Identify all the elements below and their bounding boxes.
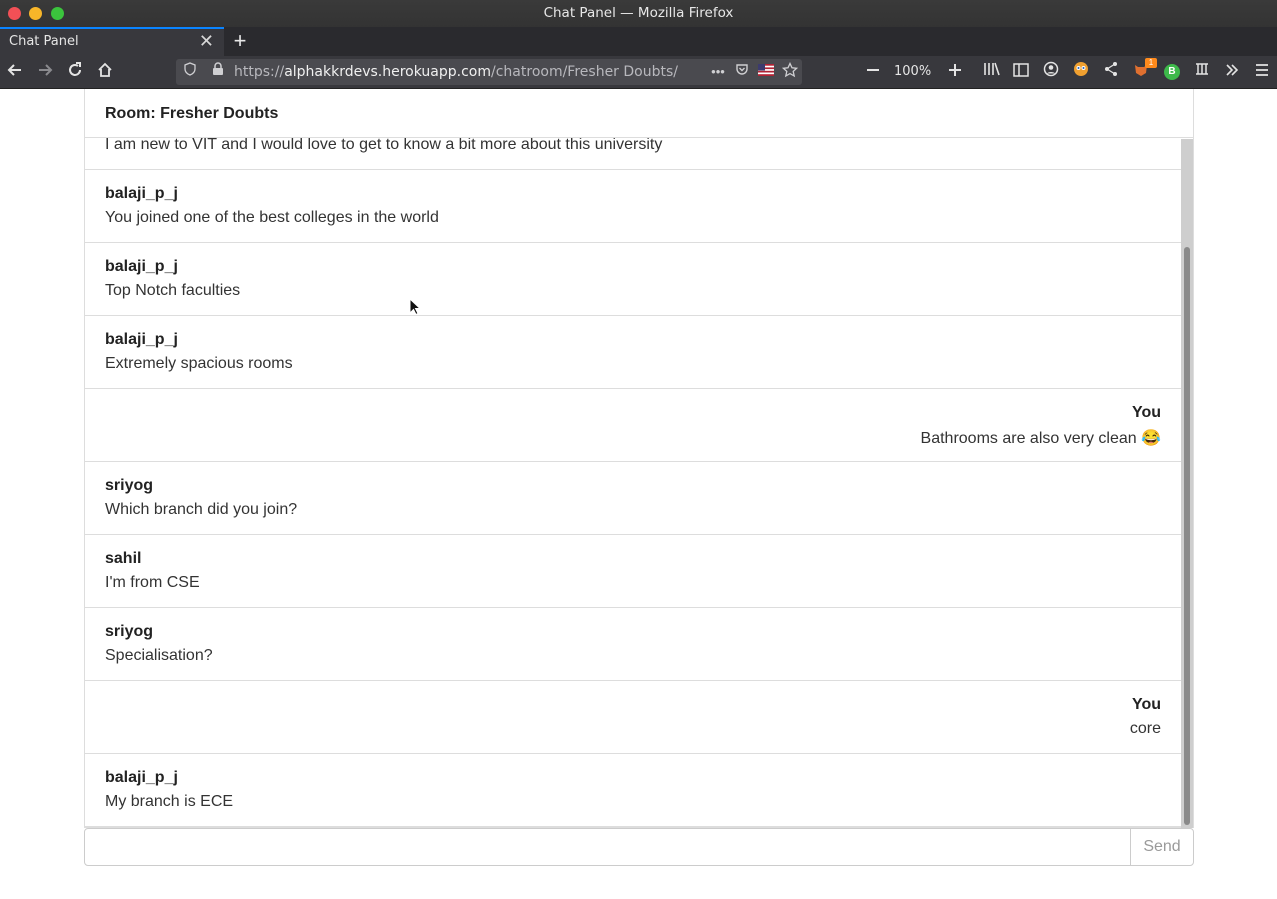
message-text: Top Notch faculties — [105, 282, 241, 299]
tracking-shield-icon[interactable] — [180, 62, 200, 82]
message-author: balaji_p_j — [105, 258, 178, 275]
pocket-icon[interactable] — [732, 62, 752, 82]
library-icon[interactable] — [981, 61, 1003, 83]
message-text: My branch is ECE — [105, 793, 234, 810]
message-author: balaji_p_j — [105, 769, 178, 786]
message-item: balaji_p_j You joined one of the best co… — [85, 170, 1181, 243]
message-text: I am new to VIT and I would love to get … — [105, 138, 663, 153]
message-text: Specialisation? — [105, 647, 213, 664]
extension-face-icon[interactable] — [1070, 61, 1092, 83]
tab-close-icon[interactable]: ✕ — [199, 31, 214, 52]
url-prefix: https:// — [234, 64, 285, 80]
room-title: Room: Fresher Doubts — [105, 105, 279, 122]
message-author: sriyog — [105, 477, 154, 494]
message-author: You — [1131, 696, 1161, 713]
url-text[interactable]: https://alphakkrdevs.herokuapp.com/chatr… — [234, 59, 678, 85]
home-icon[interactable] — [94, 61, 116, 83]
forward-arrow-icon[interactable] — [34, 61, 56, 83]
zoom-level[interactable]: 100% — [894, 64, 931, 79]
message-item: sriyog Specialisation? — [85, 608, 1181, 681]
extension-grid-icon[interactable] — [1191, 61, 1213, 83]
url-bar[interactable]: https://alphakkrdevs.herokuapp.com/chatr… — [176, 59, 802, 85]
message-item: I am new to VIT and I would love to get … — [85, 138, 1181, 170]
send-button[interactable]: Send — [1130, 828, 1194, 866]
room-header: Room: Fresher Doubts — [85, 89, 1193, 138]
lock-icon[interactable] — [208, 62, 228, 82]
message-item: balaji_p_j Top Notch faculties — [85, 243, 1181, 316]
message-item-own: You core — [85, 681, 1181, 754]
new-tab-button[interactable]: + — [230, 27, 250, 56]
message-text: Extremely spacious rooms — [105, 355, 293, 372]
chat-panel: Room: Fresher Doubts I am new to VIT and… — [84, 89, 1194, 828]
zoom-out-icon[interactable] — [862, 61, 884, 83]
profile-extension-icon[interactable]: B — [1164, 64, 1180, 80]
message-author: balaji_p_j — [105, 331, 178, 348]
tab-chat-panel[interactable]: Chat Panel ✕ — [0, 27, 224, 56]
message-text: I'm from CSE — [105, 574, 200, 591]
extension-badge: 1 — [1145, 58, 1157, 68]
message-text: Bathrooms are also very clean 😂 — [920, 430, 1161, 447]
message-item: sahil I'm from CSE — [85, 535, 1181, 608]
sidebar-icon[interactable] — [1010, 61, 1032, 83]
zoom-in-icon[interactable] — [944, 61, 966, 83]
message-text: You joined one of the best colleges in t… — [105, 209, 439, 226]
message-item-own: You Bathrooms are also very clean 😂 — [85, 389, 1181, 462]
extension-share-icon[interactable] — [1100, 61, 1122, 83]
bookmark-star-icon[interactable] — [780, 61, 800, 82]
message-text: Which branch did you join? — [105, 501, 298, 518]
message-text: core — [1129, 720, 1161, 737]
page-actions-icon[interactable]: ••• — [708, 62, 728, 82]
window-title: Chat Panel — Mozilla Firefox — [543, 5, 734, 21]
message-list[interactable]: I am new to VIT and I would love to get … — [85, 138, 1181, 827]
message-author: You — [1131, 404, 1161, 421]
message-item: sriyog Which branch did you join? — [85, 462, 1181, 535]
reload-icon[interactable] — [64, 61, 86, 83]
message-author: sahil — [105, 550, 142, 567]
message-item: balaji_p_j Extremely spacious rooms — [85, 316, 1181, 389]
window-titlebar: Chat Panel — Mozilla Firefox — [0, 0, 1277, 27]
url-path: /chatroom/Fresher Doubts/ — [491, 64, 678, 80]
message-author: balaji_p_j — [105, 185, 178, 202]
scrollbar-thumb[interactable] — [1184, 247, 1190, 825]
message-author: sriyog — [105, 623, 154, 640]
back-arrow-icon[interactable] — [4, 61, 26, 83]
tab-title: Chat Panel — [9, 34, 79, 49]
us-flag-icon[interactable] — [756, 62, 776, 82]
message-scrollbar[interactable] — [1181, 139, 1193, 828]
overflow-chevron-icon[interactable] — [1221, 61, 1243, 83]
message-input[interactable] — [84, 828, 1131, 866]
account-icon[interactable] — [1040, 61, 1062, 83]
message-item: balaji_p_j My branch is ECE — [85, 754, 1181, 827]
hamburger-menu-icon[interactable] — [1251, 61, 1273, 83]
url-host: alphakkrdevs.herokuapp.com — [284, 64, 492, 80]
tab-strip: Chat Panel ✕ + — [0, 27, 1277, 56]
navigation-toolbar: https://alphakkrdevs.herokuapp.com/chatr… — [0, 56, 1277, 89]
